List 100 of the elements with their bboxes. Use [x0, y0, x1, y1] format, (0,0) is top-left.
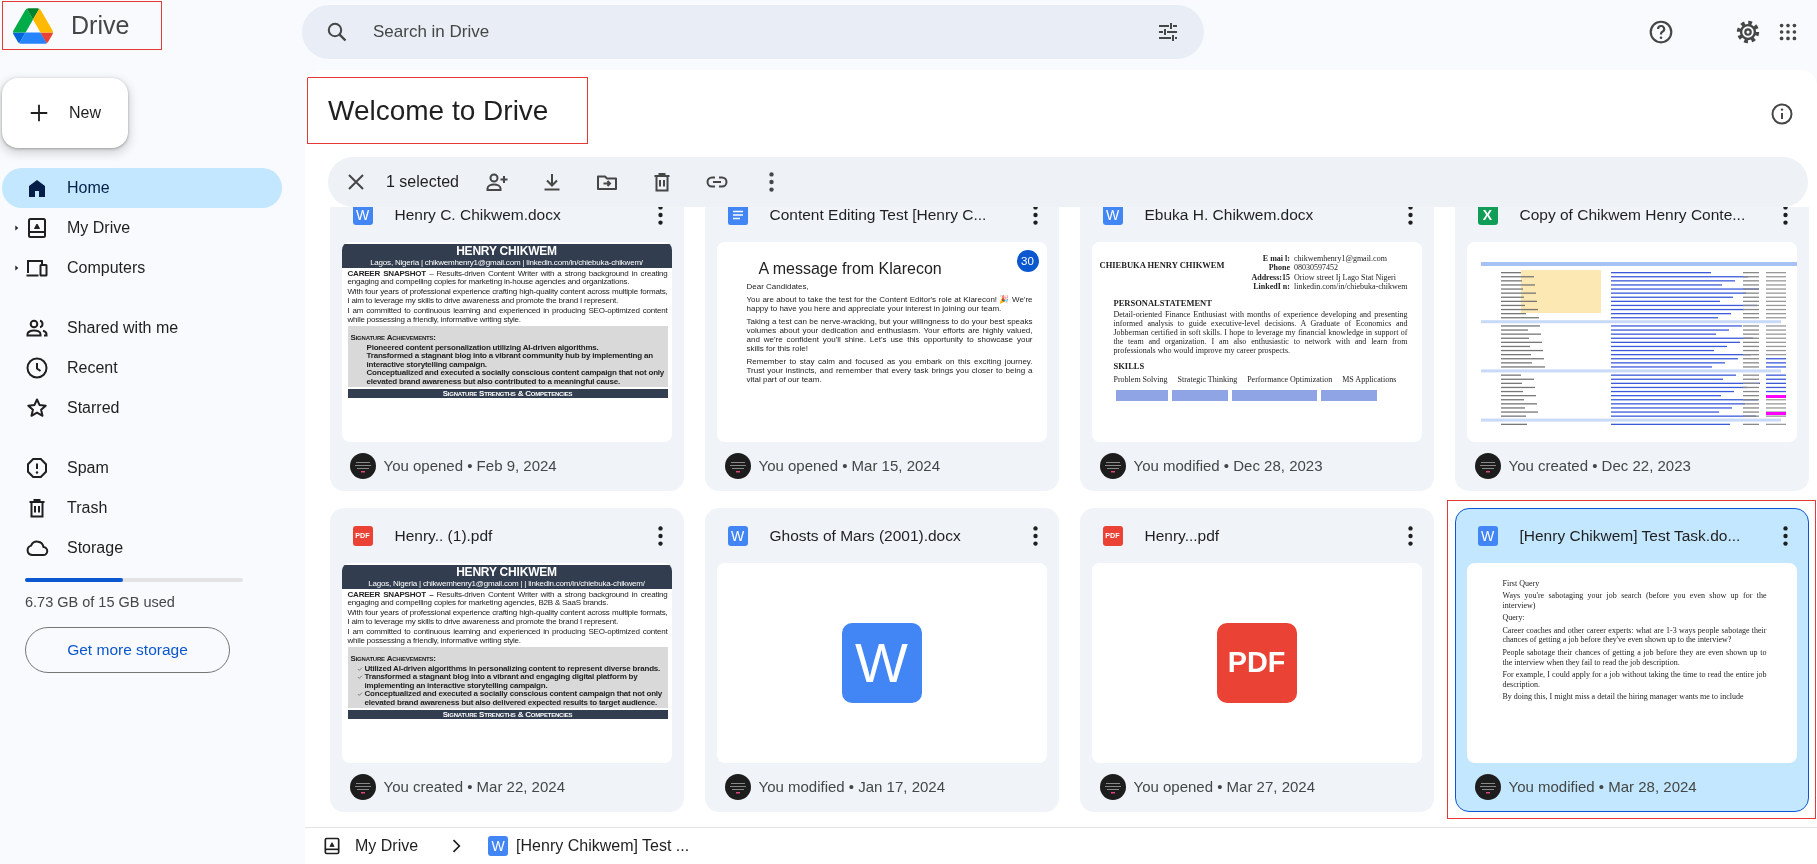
- resume-name: CHIEBUKA HENRY CHIKWEM: [1099, 259, 1225, 270]
- skill-label: Problem Solving: [1113, 374, 1168, 384]
- avatar: [349, 773, 376, 800]
- breadcrumb-link[interactable]: [Henry Chikwem] Test ...: [516, 837, 690, 855]
- help-icon: [1648, 19, 1674, 45]
- file-card[interactable]: [1079, 207, 1434, 491]
- avatar: [1099, 452, 1126, 479]
- sidebar-item[interactable]: Shared with me: [2, 308, 282, 348]
- document-paragraph: People sabotage their chances of getting a job before they are even shown up to the interview when they fail to read the job description.: [1502, 648, 1767, 668]
- document-paragraph: Career coaches and other career experts: what are 1-3 ways people sabotage their chances of getting a job before they've even shown up to the interview?: [1502, 625, 1767, 646]
- document-paragraph: Dear Candidates,: [746, 281, 810, 291]
- sidebar-item[interactable]: Storage: [2, 528, 282, 568]
- skill-label: MS Applications: [1342, 374, 1397, 384]
- drive-icon: [25, 216, 49, 240]
- file-name: Henry C. Chikwem.docx: [394, 207, 562, 224]
- file-name: Content Editing Test [Henry C...: [769, 207, 988, 224]
- more-options-icon: [658, 207, 663, 225]
- sidebar-item[interactable]: Spam: [2, 448, 282, 488]
- document-paragraph: Remember to stay calm and focused as you embark on this exciting journey. Trust your instincts, and remember that every task brings you closer to being a vital part of our team.: [746, 356, 1033, 384]
- search-field[interactable]: Search in Drive: [302, 5, 1204, 59]
- spreadsheet-file-icon: X: [1477, 207, 1498, 225]
- file-activity: You modified • Mar 28, 2024: [1508, 778, 1697, 795]
- drive-icon: [322, 836, 342, 856]
- sidebar-item[interactable]: Computers: [2, 248, 282, 288]
- sidebar-item[interactable]: Home: [2, 168, 282, 208]
- more-options-icon: [1783, 525, 1788, 546]
- file-name: Ghosts of Mars (2001).docx: [769, 526, 962, 545]
- document-paragraph: First Query: [1502, 578, 1541, 589]
- pdf-file-icon: PDF: [1216, 622, 1297, 703]
- file-card[interactable]: [329, 207, 684, 491]
- contact-label: LinkedI n:: [1252, 282, 1290, 292]
- redaction-bar: [1115, 389, 1168, 401]
- info-icon: [1770, 102, 1794, 126]
- search-icon[interactable]: [325, 20, 349, 44]
- section-heading: Signature Achievements:: [350, 333, 436, 343]
- section-heading: Signature Strengths & Competencies: [347, 709, 668, 719]
- avatar: [349, 452, 376, 479]
- contact-line: Oriow street Ij Lago Stat Nigeri: [1293, 272, 1397, 282]
- contact-line: chikwemhenry1@gmail.com: [1293, 253, 1388, 263]
- apps-icon: [1777, 21, 1799, 43]
- file-card[interactable]: [329, 507, 684, 812]
- more-options-icon: [1408, 525, 1413, 546]
- redaction-bar: [1171, 389, 1228, 401]
- avatar: [724, 452, 751, 479]
- contact-label: Address:15: [1251, 272, 1290, 282]
- more-options-icon: [658, 525, 663, 546]
- resume-paragraph: I am committed to continuous learning and experienced in producing SEO-optimized content while possessing a friendly, informative writing style.: [347, 307, 668, 324]
- contact-line: Lagos, Nigeria | chikwemhenry1@gmail.com | linkedin.com/in/chiebuka-chikwem/: [370, 257, 643, 267]
- redaction-bar: [1320, 389, 1377, 401]
- word-file-icon: W: [488, 836, 509, 856]
- sidebar-item[interactable]: Trash: [2, 488, 282, 528]
- file-name: Ebuka H. Chikwem.docx: [1144, 207, 1315, 224]
- file-activity: You created • Dec 22, 2023: [1508, 457, 1691, 474]
- document-icon: [727, 207, 748, 225]
- contact-label: E mai l:: [1261, 253, 1290, 263]
- filter-icon[interactable]: [1156, 20, 1180, 44]
- check-icon: [356, 691, 363, 698]
- file-card[interactable]: [704, 207, 1059, 491]
- sidebar-item[interactable]: Starred: [2, 388, 282, 428]
- word-file-icon: W: [841, 622, 922, 703]
- list-item: Conceptualized and executed a socially conscious content campaign that not only elevated brand awareness but also contributed to a meaningful cause.: [366, 369, 665, 386]
- new-button[interactable]: New: [2, 78, 128, 148]
- contact-line: linkedin.com/in/chiebuka-chikwem: [1293, 282, 1408, 292]
- star-icon: [25, 396, 49, 420]
- file-card[interactable]: X Copy of Chikwem Henry Conte... You created • Dec 22, 2023: [1454, 207, 1809, 491]
- contact-line: 08030597452: [1293, 263, 1339, 273]
- more-options-icon: [1033, 207, 1038, 225]
- section-heading: SKILLS: [1113, 360, 1145, 371]
- file-name: Henry.. (1).pdf: [394, 526, 494, 545]
- details-button[interactable]: [1770, 102, 1794, 126]
- resume-paragraph: With four years of professional experience crafting high-quality content across multiple formats, I aim to leverage my skills to drive awareness and promote the brand I represent.: [347, 288, 668, 306]
- resume-paragraph: I am committed to continuous learning and experienced in producing SEO-optimized content while possessing a friendly, informative writing style.: [347, 628, 668, 645]
- sidebar-item[interactable]: My Drive: [2, 208, 282, 248]
- document-paragraph: Ways you're sabotaging your job search (before you even show up for the interview): [1502, 591, 1767, 611]
- app-name: Drive: [71, 11, 130, 40]
- list-item: Transformed a stagnant blog into a vibrant and engaging digital platform by implementing an interactive storytelling campaign.: [364, 673, 639, 690]
- sidebar-item[interactable]: Recent: [2, 348, 282, 388]
- word-file-icon: W: [352, 207, 373, 225]
- list-item: Transformed a stagnant blog into a vibrant community hub by implementing an interactive storytelling campaign.: [366, 352, 654, 369]
- contact-line: Lagos, Nigeria | chikwemhenry1@gmail.com | | linkedin.com/in/chiebuka-chikwem/: [368, 578, 645, 588]
- document-paragraph: Taking a test can be nerve-wracking, but your willingness to do your best speaks volumes about your dedication and enthusiasm. Your efforts are highly valued, and we're confident you'll shine. Let's use this opportunity to showcase your skills for this role!: [746, 316, 1033, 353]
- file-name: [Henry Chikwem] Test Task.do...: [1519, 526, 1742, 545]
- clock-icon: [25, 356, 49, 380]
- resume-paragraph: CAREER SNAPSHOT – Results-driven Content Writer with a strong background in creating engaging and compelling copies for marketing agencies, B2B & SaaS brands.: [347, 590, 668, 608]
- app-logo[interactable]: [13, 7, 53, 44]
- selection-count: 1 selected: [386, 173, 459, 191]
- file-name: Henry...pdf: [1144, 526, 1221, 545]
- document-paragraph: You are about to take the test for the Content Editor's role at Klarecon! 🎉 We're happy to have you here and appreciate your interest in joining our team.: [746, 294, 1033, 313]
- settings-icon: [1735, 19, 1761, 45]
- more-options-icon: [1783, 207, 1788, 225]
- breadcrumb-link[interactable]: My Drive: [355, 837, 419, 855]
- more-options-icon: [1033, 525, 1038, 546]
- file-activity: You modified • Dec 28, 2023: [1133, 457, 1323, 474]
- skill-label: Performance Optimization: [1247, 374, 1333, 384]
- skill-label: Strategic Thinking: [1177, 374, 1238, 384]
- resume-name: HENRY CHIKWEM: [456, 244, 557, 258]
- page-heading: Welcome to Drive: [328, 94, 549, 127]
- file-card[interactable]: W Ghosts of Mars (2001).docx W You modified • Jan 17, 2024: [704, 507, 1059, 812]
- resume-name: HENRY CHIKWEM: [456, 565, 557, 579]
- resume-paragraph: CAREER SNAPSHOT – Results-driven Content Writer with a strong background in creating engaging and compelling copies for marketing in-house agencies and organizations.: [347, 269, 668, 287]
